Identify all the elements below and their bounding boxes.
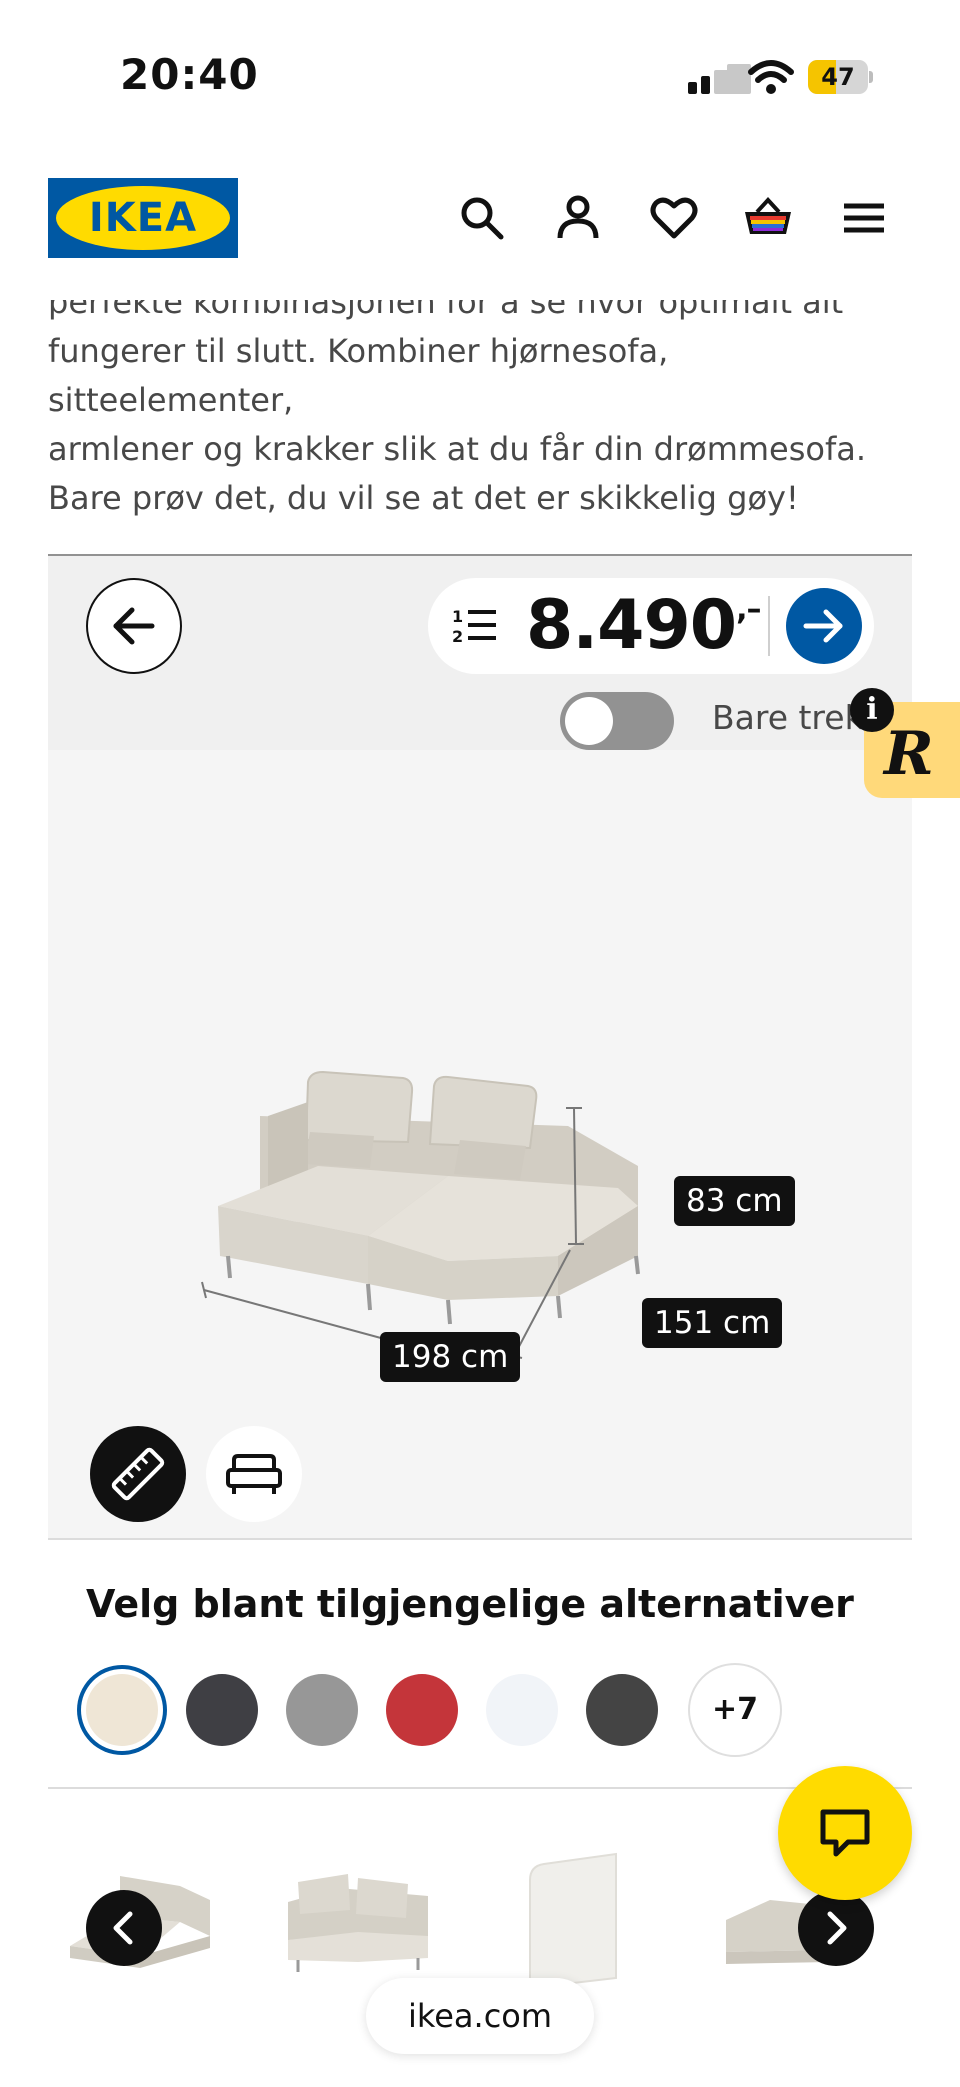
measure-button[interactable] [90,1426,186,1522]
more-colors-button[interactable]: +7 [688,1663,782,1757]
price-summary: 1 2 8.490,– [428,578,874,674]
sofa-view-button[interactable] [206,1426,302,1522]
svg-text:1: 1 [452,607,463,626]
chevron-left-icon [113,1911,133,1945]
options-title: Velg blant tilgjengelige alternativer [86,1582,854,1626]
intro-line: fungerer til slutt. Kombiner hjørnesofa,… [48,332,669,419]
status-time: 20:40 [120,50,259,99]
sofa-icon [226,1454,282,1494]
logo-text: IKEA [88,195,198,241]
menu-icon[interactable] [838,192,890,244]
numbered-list-icon[interactable]: 1 2 [452,606,502,646]
configurator-toolbar: 1 2 8.490,– Bare trekk [48,556,912,750]
product-thumbnail[interactable] [278,1862,438,1982]
svg-text:R: R [882,719,934,789]
ikea-logo[interactable]: IKEA [48,178,238,258]
depth-dimension-label: 151 cm [642,1298,783,1348]
sofa-configurator: 1 2 8.490,– Bare trekk 83 cm 151 cm 198 … [48,554,912,1540]
intro-line: Bare prøv det, du vil se at det er skikk… [48,479,799,517]
arrow-left-icon [113,607,155,645]
search-icon[interactable] [456,192,508,244]
basket-icon[interactable] [742,192,794,244]
battery-level: 47 [821,63,855,91]
ruler-icon [111,1447,165,1501]
color-swatch[interactable] [286,1674,358,1746]
arrow-right-icon [803,609,843,643]
wifi-icon [748,60,794,94]
color-swatch[interactable] [86,1674,158,1746]
price-value: 8.490 [526,586,737,665]
price-suffix: ,– [736,592,761,627]
carousel-prev-button[interactable] [86,1890,162,1966]
account-icon[interactable] [552,192,604,244]
chat-icon [820,1809,870,1857]
intro-text: perfekte kombinasjonen for å se hvor opt… [48,278,918,523]
color-swatch[interactable] [386,1674,458,1746]
color-swatch[interactable] [586,1674,658,1746]
browser-url[interactable]: ikea.com [366,1978,594,2054]
svg-text:2: 2 [452,627,463,646]
carousel-next-button[interactable] [798,1890,874,1966]
height-dimension-label: 83 cm [674,1176,795,1226]
cellular-signal-icon [688,64,751,94]
info-icon[interactable]: i [850,688,894,732]
product-thumbnail[interactable] [520,1850,630,1990]
intro-line: armlener og krakker slik at du får din d… [48,430,867,468]
total-price: 8.490,– [526,586,762,665]
chat-button[interactable] [778,1766,912,1900]
color-swatch[interactable] [486,1674,558,1746]
price-divider [768,596,770,656]
site-header: IKEA [0,130,960,300]
width-dimension-label: 198 cm [380,1332,521,1382]
status-bar: 20:40 47 [0,0,960,130]
chevron-right-icon [827,1911,847,1945]
color-swatch[interactable] [186,1674,258,1746]
back-button[interactable] [86,578,182,674]
battery-icon: 47 [808,60,874,94]
next-button[interactable] [786,588,862,664]
heart-icon[interactable] [648,192,700,244]
covers-only-toggle[interactable] [560,692,674,750]
